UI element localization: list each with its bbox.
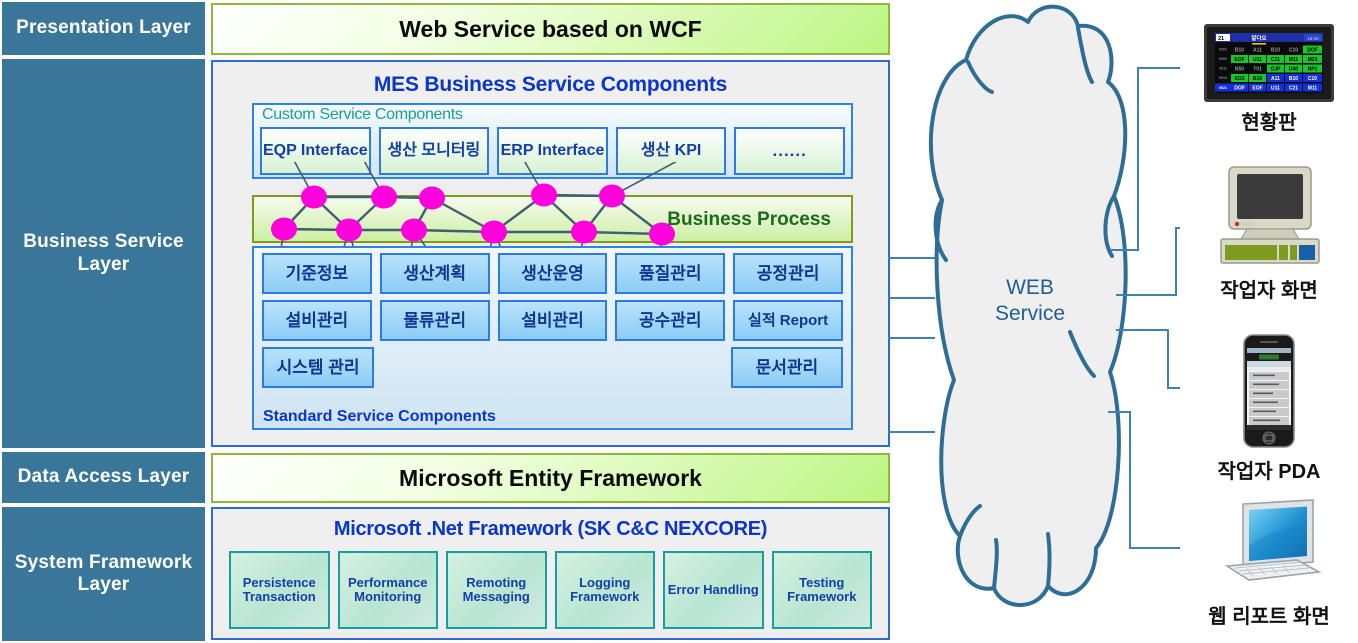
system-framework-panel: Microsoft .Net Framework (SK C&C NEXCORE… xyxy=(211,507,890,640)
sys-box-persistence-transaction[interactable]: Persistence Transaction xyxy=(229,551,330,629)
data-access-bar: Microsoft Entity Framework xyxy=(211,453,890,503)
svg-text:M11: M11 xyxy=(1289,57,1299,63)
std-box-logistics-mgmt[interactable]: 물류관리 xyxy=(379,300,490,341)
svg-text:EOF: EOF xyxy=(1252,86,1262,92)
standard-service-row: 시스템 관리 문서관리 xyxy=(262,347,844,388)
device-label-web-report: 웹 리포트 화면 xyxy=(1208,606,1330,628)
std-box-system-mgmt[interactable]: 시스템 관리 xyxy=(262,347,375,388)
std-box-base-info[interactable]: 기준정보 xyxy=(262,253,372,294)
cloud-label-line2: Service xyxy=(994,302,1066,326)
svg-text:A11: A11 xyxy=(1253,48,1262,54)
std-box-spacer xyxy=(382,347,490,388)
svg-text:U11: U11 xyxy=(1271,86,1280,92)
svg-text:N50: N50 xyxy=(1235,67,1244,73)
business-service-panel: MES Business Service Components Custom S… xyxy=(211,60,890,447)
svg-text:U11: U11 xyxy=(1253,57,1262,63)
svg-text:0016: 0016 xyxy=(1219,76,1227,80)
std-box-process-mgmt[interactable]: 공정관리 xyxy=(733,253,843,294)
svg-text:U40: U40 xyxy=(1289,67,1298,73)
svg-text:21: 21 xyxy=(1218,36,1224,42)
status-board-icon: 21 알다오 16:43 0001 B10 A11 B10 C10 DOF 00… xyxy=(1204,24,1334,102)
standard-service-grid: 기준정보 생산계획 생산운영 품질관리 공정관리 설비관리 물류관리 설비관리 … xyxy=(262,253,844,388)
svg-text:B10: B10 xyxy=(1289,76,1298,82)
svg-text:M23: M23 xyxy=(1308,57,1318,63)
device-status-board: 21 알다오 16:43 0001 B10 A11 B10 C10 DOF 00… xyxy=(1180,24,1358,135)
svg-text:A11: A11 xyxy=(1271,76,1280,82)
svg-text:0021: 0021 xyxy=(1219,86,1227,90)
svg-text:0006: 0006 xyxy=(1219,57,1227,61)
device-label-operator-screen: 작업자 화면 xyxy=(1220,280,1318,302)
svg-text:SOZ: SOZ xyxy=(1234,76,1244,82)
smartphone-icon xyxy=(1243,334,1295,448)
sys-box-testing-framework[interactable]: Testing Framework xyxy=(771,551,872,629)
svg-text:C10: C10 xyxy=(1289,48,1298,54)
cloud-label-line1: WEB xyxy=(1006,276,1054,299)
device-label-status-board: 현황판 xyxy=(1241,112,1297,134)
svg-text:알다오: 알다오 xyxy=(1251,34,1266,42)
sys-box-logging-framework[interactable]: Logging Framework xyxy=(554,551,655,629)
system-framework-row: Persistence Transaction Performance Moni… xyxy=(229,551,872,629)
svg-text:0001: 0001 xyxy=(1219,48,1227,52)
svg-text:B10: B10 xyxy=(1253,76,1262,82)
device-operator-pda: 작업자 PDA xyxy=(1180,333,1358,484)
std-box-performance-report[interactable]: 실적 Report xyxy=(733,300,843,341)
device-operator-screen: 작업자 화면 xyxy=(1180,165,1358,303)
standard-service-row: 기준정보 생산계획 생산운영 품질관리 공정관리 xyxy=(262,253,843,294)
sys-box-performance-monitoring[interactable]: Performance Monitoring xyxy=(337,551,438,629)
svg-text:B10: B10 xyxy=(1271,48,1280,54)
system-framework-title: Microsoft .Net Framework (SK C&C NEXCORE… xyxy=(333,518,768,540)
std-box-quality-mgmt[interactable]: 품질관리 xyxy=(615,253,726,294)
business-process-label: Business Process xyxy=(667,209,831,230)
business-process-bar: Business Process xyxy=(252,162,853,282)
device-label-operator-pda: 작업자 PDA xyxy=(1217,461,1321,483)
standard-service-components-label: Standard Service Components xyxy=(263,408,496,425)
standard-service-row: 설비관리 물류관리 설비관리 공수관리 실적 Report xyxy=(262,300,843,341)
svg-text:C21: C21 xyxy=(1271,57,1280,63)
layer-label-business-service: Business Service Layer xyxy=(0,57,207,450)
desktop-computer-icon xyxy=(1219,166,1320,264)
layer-label-data-access: Data Access Layer xyxy=(0,450,207,505)
svg-text:OJP: OJP xyxy=(1270,67,1281,73)
svg-text:C21: C21 xyxy=(1289,86,1298,92)
svg-text:B10: B10 xyxy=(1235,48,1244,54)
std-box-manhour-mgmt[interactable]: 공수관리 xyxy=(615,300,726,341)
std-box-spacer xyxy=(498,347,606,388)
svg-text:16:43: 16:43 xyxy=(1307,36,1319,41)
sys-box-remoting-messaging[interactable]: Remoting Messaging xyxy=(446,551,547,629)
layer-label-presentation: Presentation Layer xyxy=(0,0,207,57)
std-box-document-mgmt[interactable]: 문서관리 xyxy=(730,347,844,388)
svg-text:M11: M11 xyxy=(1308,86,1318,92)
svg-text:NP1: NP1 xyxy=(1308,67,1318,73)
layer-column: Presentation Layer Business Service Laye… xyxy=(0,0,207,643)
svg-text:EOF: EOF xyxy=(1234,57,1244,63)
std-box-production-ops[interactable]: 생산운영 xyxy=(497,253,608,294)
layer-label-system-framework: System Framework Layer xyxy=(0,505,207,643)
laptop-icon xyxy=(1224,499,1322,581)
svg-text:0011: 0011 xyxy=(1219,67,1227,71)
std-box-equipment-mgmt-2[interactable]: 설비관리 xyxy=(497,300,608,341)
business-panel-title: MES Business Service Components xyxy=(373,73,728,96)
custom-service-components-label: Custom Service Components xyxy=(262,106,463,123)
sys-box-error-handling[interactable]: Error Handling xyxy=(663,551,764,629)
device-web-report: 웹 리포트 화면 xyxy=(1180,496,1358,629)
cloud-input-connectors xyxy=(888,257,935,433)
std-box-equipment-mgmt-1[interactable]: 설비관리 xyxy=(262,300,372,341)
svg-text:C10: C10 xyxy=(1308,76,1317,82)
svg-text:DOF: DOF xyxy=(1307,48,1318,54)
std-box-spacer xyxy=(615,347,723,388)
std-box-production-plan[interactable]: 생산계획 xyxy=(379,253,490,294)
cloud-label: WEB Service xyxy=(975,275,1085,328)
presentation-bar: Web Service based on WCF xyxy=(211,3,890,55)
standard-service-components-panel: 기준정보 생산계획 생산운영 품질관리 공정관리 설비관리 물류관리 설비관리 … xyxy=(252,246,853,430)
svg-text:DOF: DOF xyxy=(1234,86,1245,92)
svg-text:T01: T01 xyxy=(1253,67,1262,73)
